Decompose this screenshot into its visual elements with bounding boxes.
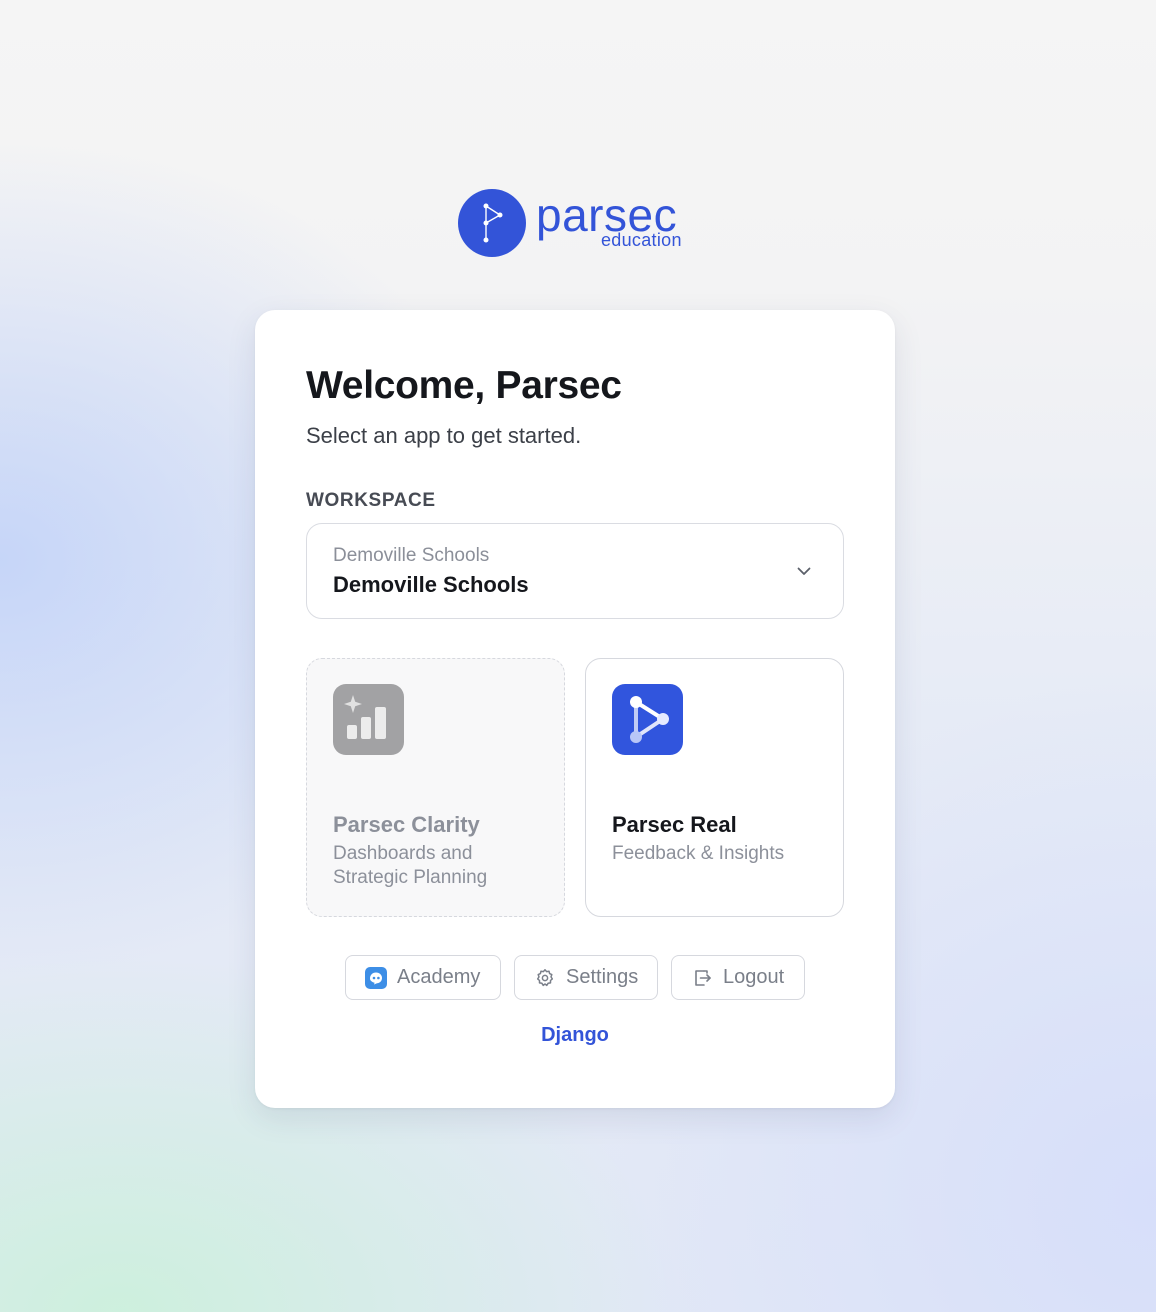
app-card-parsec-clarity[interactable]: Parsec Clarity Dashboards and Strategic …	[306, 658, 565, 917]
app-description: Dashboards and Strategic Planning	[333, 843, 488, 888]
chevron-down-icon	[797, 567, 811, 575]
logout-label: Logout	[723, 966, 785, 988]
parsec-education-logo: parsec education	[458, 188, 698, 260]
academy-label: Academy	[397, 966, 481, 988]
academy-icon	[365, 966, 387, 989]
welcome-subtitle: Select an app to get started.	[306, 423, 582, 448]
app-name: Parsec Real	[612, 812, 737, 837]
logout-button[interactable]: Logout	[671, 955, 805, 1000]
settings-label: Settings	[566, 966, 639, 988]
parsec-logo-icon	[458, 189, 526, 257]
workspace-select-caption: Demoville Schools	[333, 545, 490, 566]
app-card-parsec-real[interactable]: Parsec Real Feedback & Insights	[585, 658, 844, 917]
workspace-label: WORKSPACE	[306, 490, 436, 511]
bar-chart-sparkle-icon	[333, 684, 404, 755]
parsec-real-icon	[612, 684, 683, 755]
academy-button[interactable]: Academy	[345, 955, 501, 1000]
logout-icon	[695, 969, 711, 986]
settings-button[interactable]: Settings	[514, 955, 658, 1000]
welcome-title: Welcome, Parsec	[306, 364, 622, 407]
app-description: Feedback & Insights	[612, 843, 785, 864]
brand-tagline: education	[601, 230, 682, 250]
gear-icon	[536, 968, 554, 986]
app-launcher-card: Welcome, Parsec Select an app to get sta…	[255, 310, 895, 1108]
workspace-select[interactable]: Demoville Schools Demoville Schools	[306, 523, 844, 619]
workspace-select-value: Demoville Schools	[333, 572, 529, 597]
app-name: Parsec Clarity	[333, 812, 480, 837]
django-link[interactable]: Django	[255, 1022, 895, 1048]
